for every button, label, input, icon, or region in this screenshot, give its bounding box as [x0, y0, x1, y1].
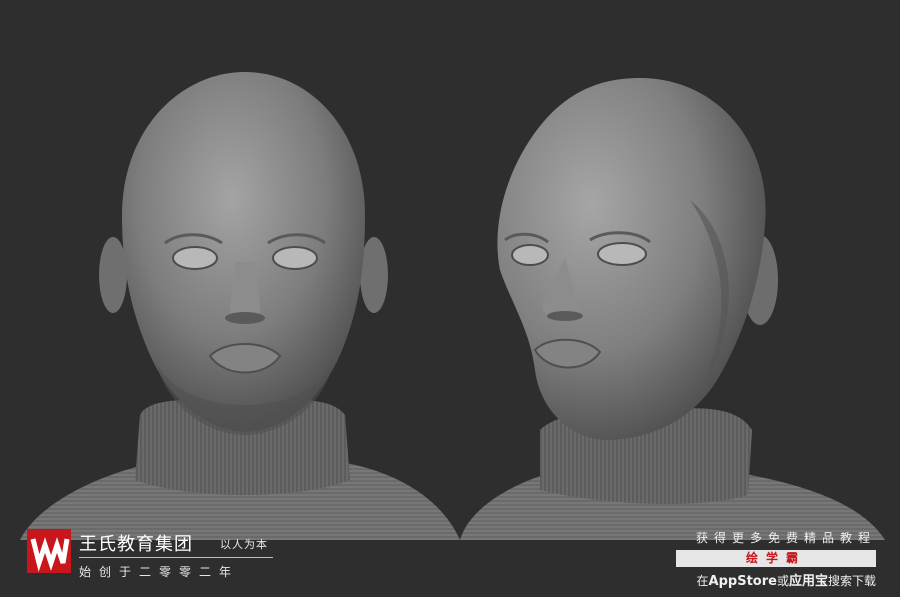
promo-store-yingyongbao: 应用宝 — [788, 574, 828, 589]
promo-app-name: 绘学霸 — [676, 550, 876, 567]
brand-slogan: 以人为本 — [220, 538, 268, 551]
front-head — [122, 72, 365, 432]
front-ear-right — [360, 237, 388, 313]
promo-suffix: 搜索下载 — [827, 574, 876, 588]
three-quarter-view-bust — [460, 78, 885, 540]
promo-prefix: 在 — [696, 574, 709, 588]
brand-block: 王氏教育集团 以人为本 始创于二零零二年 — [27, 529, 287, 585]
front-nose — [229, 262, 261, 321]
promo-store-appstore: AppStore — [708, 574, 777, 589]
brand-divider — [79, 557, 273, 558]
front-eye-left — [172, 246, 218, 270]
tq-eye-right — [597, 242, 647, 266]
brand-founded: 始创于二零零二年 — [79, 565, 240, 579]
tq-nostril-shadow — [547, 311, 583, 321]
tq-eye-left — [511, 244, 549, 266]
front-ear-left — [99, 237, 127, 313]
brand-name: 王氏教育集团 — [79, 534, 193, 555]
promo-mid: 或 — [776, 574, 789, 588]
brand-logo-icon — [27, 529, 71, 573]
promo-block: 获得更多免费精品教程 绘学霸 在AppStore或应用宝搜索下载 — [666, 529, 876, 589]
promo-download-line: 在AppStore或应用宝搜索下载 — [666, 570, 876, 589]
front-nostril-shadow — [225, 312, 265, 324]
promo-headline: 获得更多免费精品教程 — [695, 531, 876, 545]
front-view-bust — [20, 72, 460, 540]
sculpt-render-scene — [20, 72, 885, 540]
front-eye-right — [272, 246, 318, 270]
